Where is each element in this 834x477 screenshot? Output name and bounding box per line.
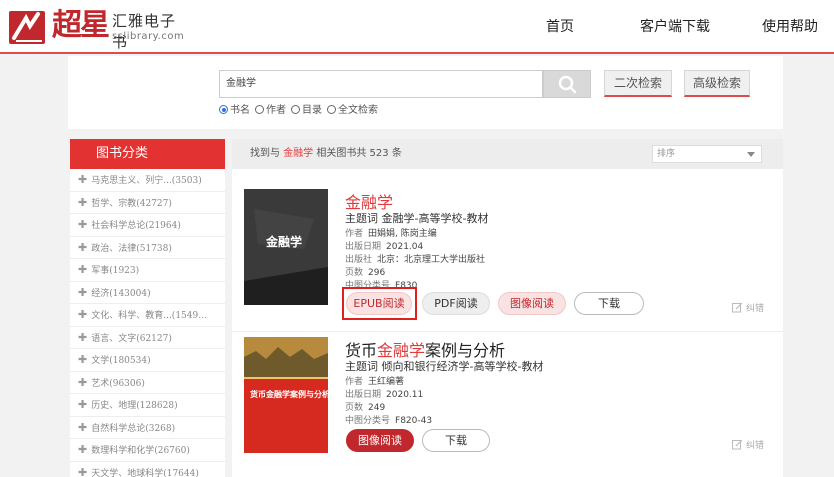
logo-mark-icon bbox=[9, 11, 45, 44]
category-sidebar: 图书分类 ✚ 马克思主义、列宁...(3503) ✚ 哲学、宗教(42727) ✚ 社… bbox=[70, 139, 225, 477]
plus-icon: ✚ bbox=[78, 240, 88, 254]
plus-icon: ✚ bbox=[78, 285, 88, 299]
search-icon bbox=[558, 75, 577, 94]
download-button[interactable]: 下载 bbox=[422, 429, 490, 452]
nav-help[interactable]: 使用帮助 bbox=[762, 16, 818, 36]
book-author: 作者 田娟娟, 陈岗主编 bbox=[345, 229, 437, 239]
category-item[interactable]: ✚ 文化、科学、教育...(1549… bbox=[70, 304, 225, 327]
radio-icon bbox=[255, 105, 264, 114]
book-subject: 主题词 金融学-高等学校-教材 bbox=[345, 212, 489, 225]
category-item[interactable]: ✚ 数理科学和化学(26760) bbox=[70, 439, 225, 462]
plus-icon: ✚ bbox=[78, 353, 88, 366]
cover-title: 货币金融学案例与分析 bbox=[250, 389, 328, 399]
sidebar-title: 图书分类 bbox=[70, 139, 225, 169]
logo[interactable]: 超星 汇雅电子书 sslibrary.com bbox=[8, 6, 185, 51]
radio-author[interactable]: 作者 bbox=[255, 103, 286, 119]
header: 超星 汇雅电子书 sslibrary.com 首页 客户端下载 使用帮助 bbox=[0, 0, 834, 54]
plus-icon: ✚ bbox=[78, 173, 88, 186]
book-author: 作者 王红编著 bbox=[345, 377, 405, 387]
book-item: 金融学 金融学 主题词 金融学-高等学校-教材 作者 田娟娟, 陈岗主编 出版日期… bbox=[232, 187, 783, 327]
plus-icon: ✚ bbox=[78, 263, 88, 276]
cover-title: 金融学 bbox=[266, 235, 303, 249]
radio-title[interactable]: 书名 bbox=[219, 103, 250, 119]
nav-home[interactable]: 首页 bbox=[546, 16, 574, 36]
book-item: 货币金融学案例与分析 货币金融学案例与分析 主题词 倾向和银行经济学-高等学校-… bbox=[232, 335, 783, 477]
radio-checked-icon bbox=[219, 105, 228, 114]
book-date: 出版日期 2020.11 bbox=[345, 390, 424, 400]
book-publisher: 出版社 北京：北京理工大学出版社 bbox=[345, 255, 486, 265]
category-item[interactable]: ✚ 文学(180534) bbox=[70, 349, 225, 372]
report-error-link[interactable]: 纠错 bbox=[732, 438, 764, 451]
category-item[interactable]: ✚ 语言、文字(62127) bbox=[70, 327, 225, 349]
book-subject: 主题词 倾向和银行经济学-高等学校-教材 bbox=[345, 360, 544, 373]
logo-domain: sslibrary.com bbox=[112, 31, 185, 42]
category-item[interactable]: ✚ 经济(143004) bbox=[70, 282, 225, 304]
category-item[interactable]: ✚ 马克思主义、列宁...(3503) bbox=[70, 169, 225, 192]
image-read-button[interactable]: 图像阅读 bbox=[346, 429, 414, 452]
category-item[interactable]: ✚ 社会科学总论(21964) bbox=[70, 214, 225, 237]
result-summary: 找到与 金融学 相关图书共 523 条 排序 bbox=[232, 139, 783, 169]
epub-highlight-box bbox=[342, 287, 417, 320]
plus-icon: ✚ bbox=[78, 398, 88, 411]
plus-icon: ✚ bbox=[78, 375, 88, 389]
result-keyword: 金融学 bbox=[283, 148, 314, 159]
pdf-read-button[interactable]: PDF阅读 bbox=[422, 292, 490, 315]
nav-client-download[interactable]: 客户端下载 bbox=[640, 16, 710, 36]
radio-icon bbox=[327, 105, 336, 114]
secondary-search-button[interactable]: 二次检索 bbox=[604, 70, 672, 97]
category-item[interactable]: ✚ 哲学、宗教(42727) bbox=[70, 192, 225, 214]
plus-icon: ✚ bbox=[78, 308, 88, 321]
category-item[interactable]: ✚ 艺术(96306) bbox=[70, 372, 225, 394]
book-cover[interactable]: 货币金融学案例与分析 bbox=[244, 337, 328, 453]
search-button[interactable] bbox=[543, 70, 591, 98]
book-date: 出版日期 2021.04 bbox=[345, 242, 424, 252]
results-panel: 找到与 金融学 相关图书共 523 条 排序 金融学 金融学 主题词 金融学-高… bbox=[232, 139, 783, 477]
category-item[interactable]: ✚ 天文学、地球科学(17644) bbox=[70, 462, 225, 477]
book-pages: 页数 249 bbox=[345, 403, 386, 413]
logo-wordmark: 超星 bbox=[52, 8, 110, 43]
search-panel: 金融学 二次检索 高级检索 书名 作者 目录 全文检索 bbox=[68, 56, 783, 129]
sort-select[interactable]: 排序 bbox=[652, 145, 762, 163]
book-cover[interactable]: 金融学 bbox=[244, 189, 328, 305]
book-pages: 页数 296 bbox=[345, 268, 386, 278]
plus-icon: ✚ bbox=[78, 330, 88, 344]
advanced-search-button[interactable]: 高级检索 bbox=[684, 70, 750, 97]
plus-icon: ✚ bbox=[78, 465, 88, 477]
category-item[interactable]: ✚ 历史、地理(128628) bbox=[70, 394, 225, 417]
category-item[interactable]: ✚ 自然科学总论(3268) bbox=[70, 417, 225, 439]
plus-icon: ✚ bbox=[78, 218, 88, 231]
radio-fulltext[interactable]: 全文检索 bbox=[327, 103, 378, 119]
search-input[interactable]: 金融学 bbox=[219, 70, 543, 98]
plus-icon: ✚ bbox=[78, 195, 88, 209]
plus-icon: ✚ bbox=[78, 443, 88, 456]
category-item[interactable]: ✚ 军事(1923) bbox=[70, 259, 225, 282]
divider bbox=[232, 331, 783, 332]
edit-icon bbox=[732, 302, 743, 313]
category-item[interactable]: ✚ 政治、法律(51738) bbox=[70, 237, 225, 259]
plus-icon: ✚ bbox=[78, 420, 88, 434]
report-error-link[interactable]: 纠错 bbox=[732, 301, 764, 314]
radio-icon bbox=[291, 105, 300, 114]
radio-toc[interactable]: 目录 bbox=[291, 103, 322, 119]
chevron-down-icon bbox=[747, 152, 755, 157]
edit-icon bbox=[732, 439, 743, 450]
download-button[interactable]: 下载 bbox=[574, 292, 644, 315]
image-read-button[interactable]: 图像阅读 bbox=[498, 292, 566, 315]
book-class: 中图分类号 F820-43 bbox=[345, 416, 433, 426]
